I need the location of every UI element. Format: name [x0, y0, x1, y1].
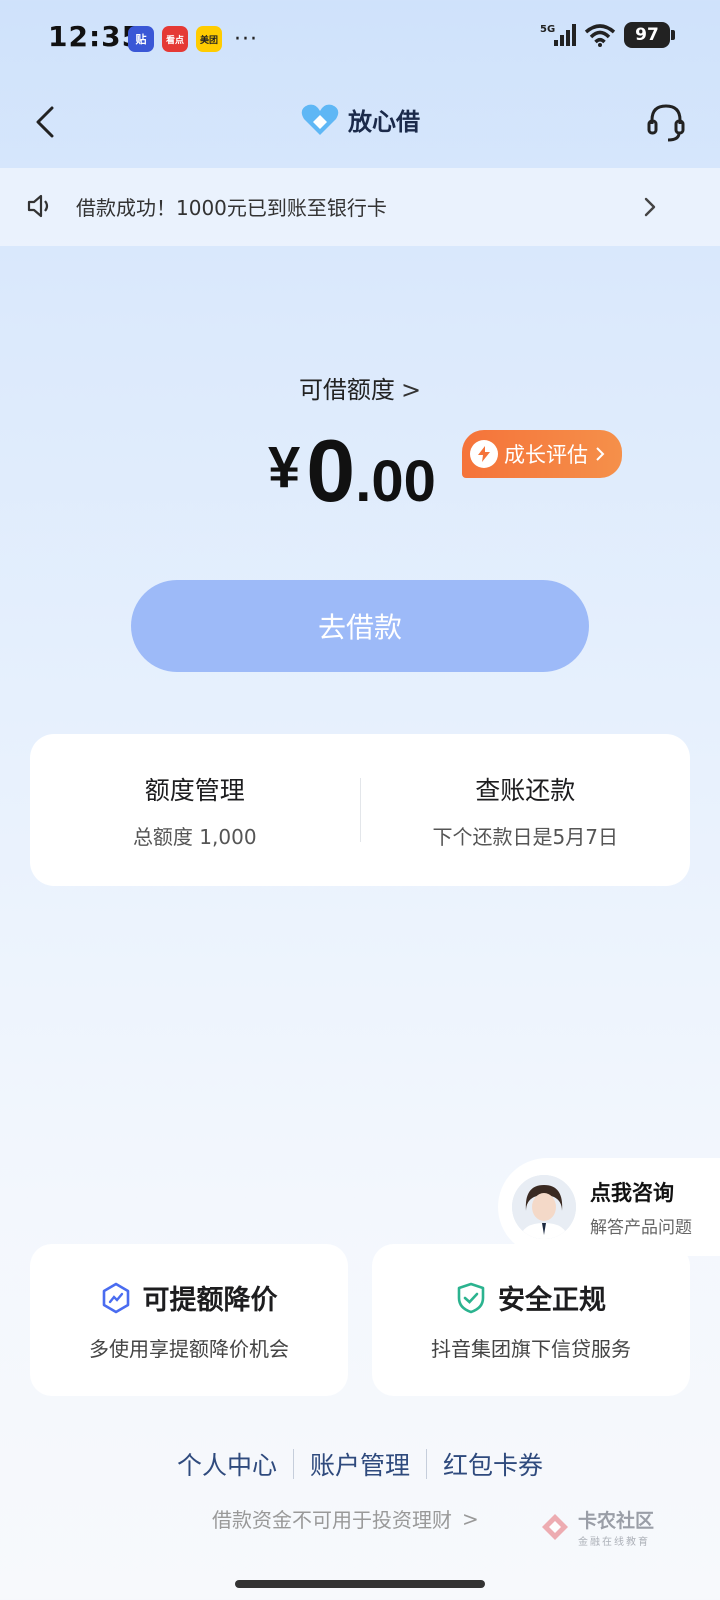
app-logo: 放心借: [300, 102, 420, 137]
speaker-icon: [27, 194, 49, 218]
amount-dot: .: [355, 449, 372, 514]
feature-title: 可提额降价: [142, 1285, 278, 1316]
limit-management-title: 额度管理: [144, 775, 245, 805]
chevron-right-icon: [596, 447, 605, 461]
bill-repayment-title: 查账还款: [475, 775, 576, 805]
app-badge-tie-icon: 贴: [128, 26, 154, 52]
chevron-left-icon[interactable]: [26, 100, 66, 144]
chevron-right-icon: [644, 197, 656, 217]
growth-assessment-badge[interactable]: 成长评估: [462, 430, 622, 478]
consult-bubble[interactable]: 点我咨询 解答产品问题: [498, 1158, 720, 1256]
link-coupons[interactable]: 红包卡券: [427, 1446, 559, 1482]
credit-limit-label[interactable]: 可借额度 >: [0, 370, 720, 405]
wifi-icon: [584, 24, 616, 47]
credit-amount: ¥ 0 . 00: [268, 420, 436, 522]
footer-links: 个人中心 账户管理 红包卡券: [0, 1446, 720, 1482]
status-bar: 12:35 贴 看点 美团 ··· 5G 97: [0, 0, 720, 80]
link-account-management[interactable]: 账户管理: [294, 1446, 426, 1482]
notice-banner[interactable]: 借款成功！1000元已到账至银行卡: [0, 168, 720, 246]
feature-title: 安全正规: [498, 1285, 606, 1316]
watermark-sub: 金融在线教育: [578, 1537, 650, 1548]
notice-text: 借款成功！1000元已到账至银行卡: [76, 196, 387, 220]
watermark-main: 卡农社区: [578, 1510, 655, 1532]
watermark-text: 卡农社区 金融在线教育: [578, 1506, 654, 1548]
trend-shield-icon: [102, 1282, 129, 1313]
feature-card-safety[interactable]: 安全正规 抖音集团旗下信贷服务: [372, 1244, 690, 1396]
feature-head: 可提额降价: [101, 1278, 278, 1317]
currency-symbol: ¥: [268, 435, 301, 500]
borrow-button[interactable]: 去借款: [131, 580, 589, 672]
investment-disclaimer[interactable]: 借款资金不可用于投资理财 >: [212, 1504, 479, 1533]
check-shield-icon: [457, 1282, 485, 1313]
avatar: [512, 1175, 576, 1239]
watermark-logo-icon: [542, 1514, 568, 1540]
headset-icon[interactable]: [644, 100, 688, 144]
status-more-icon: ···: [234, 26, 258, 52]
disclaimer-text: 借款资金不可用于投资理财: [212, 1508, 452, 1532]
chevron-right-icon: >: [400, 376, 422, 404]
bolt-icon: [470, 440, 498, 468]
total-limit-text: 总额度 1,000: [132, 824, 257, 849]
cellular-5g-icon: 5G: [540, 24, 576, 46]
amount-integer: 0: [306, 421, 356, 520]
logo-text: 放心借: [348, 108, 420, 136]
status-indicators: 5G 97: [540, 22, 675, 48]
feature-card-limit-increase[interactable]: 可提额降价 多使用享提额降价机会: [30, 1244, 348, 1396]
link-personal-center[interactable]: 个人中心: [161, 1446, 293, 1482]
chevron-right-icon: >: [462, 1506, 479, 1531]
amount-decimal: 00: [371, 449, 436, 514]
next-repayment-text: 下个还款日是5月7日: [432, 824, 618, 849]
limit-management-item[interactable]: 额度管理 总额度 1,000: [30, 734, 360, 886]
home-indicator[interactable]: [235, 1580, 485, 1588]
heart-logo-icon: [301, 104, 339, 135]
credit-label-text: 可借额度: [298, 376, 395, 404]
app-badge-meituan-icon: 美团: [196, 26, 222, 52]
feature-head: 安全正规: [456, 1278, 606, 1317]
growth-badge-label: 成长评估: [504, 443, 588, 467]
consult-text: 点我咨询 解答产品问题: [590, 1177, 692, 1238]
app-badge-kandian-icon: 看点: [162, 26, 188, 52]
feature-subtitle: 抖音集团旗下信贷服务: [431, 1337, 631, 1361]
consult-title: 点我咨询: [590, 1180, 674, 1205]
feature-subtitle: 多使用享提额降价机会: [89, 1337, 289, 1361]
consult-subtitle: 解答产品问题: [590, 1217, 692, 1238]
status-app-icons: 贴 看点 美团 ···: [128, 26, 258, 52]
network-label: 5G: [540, 24, 555, 35]
bill-repayment-item[interactable]: 查账还款 下个还款日是5月7日: [361, 734, 691, 886]
battery-icon: 97: [624, 22, 675, 48]
nav-bar: 放心借: [0, 80, 720, 166]
quick-actions-card: 额度管理 总额度 1,000 查账还款 下个还款日是5月7日: [30, 734, 690, 886]
watermark: 卡农社区 金融在线教育: [538, 1506, 654, 1548]
